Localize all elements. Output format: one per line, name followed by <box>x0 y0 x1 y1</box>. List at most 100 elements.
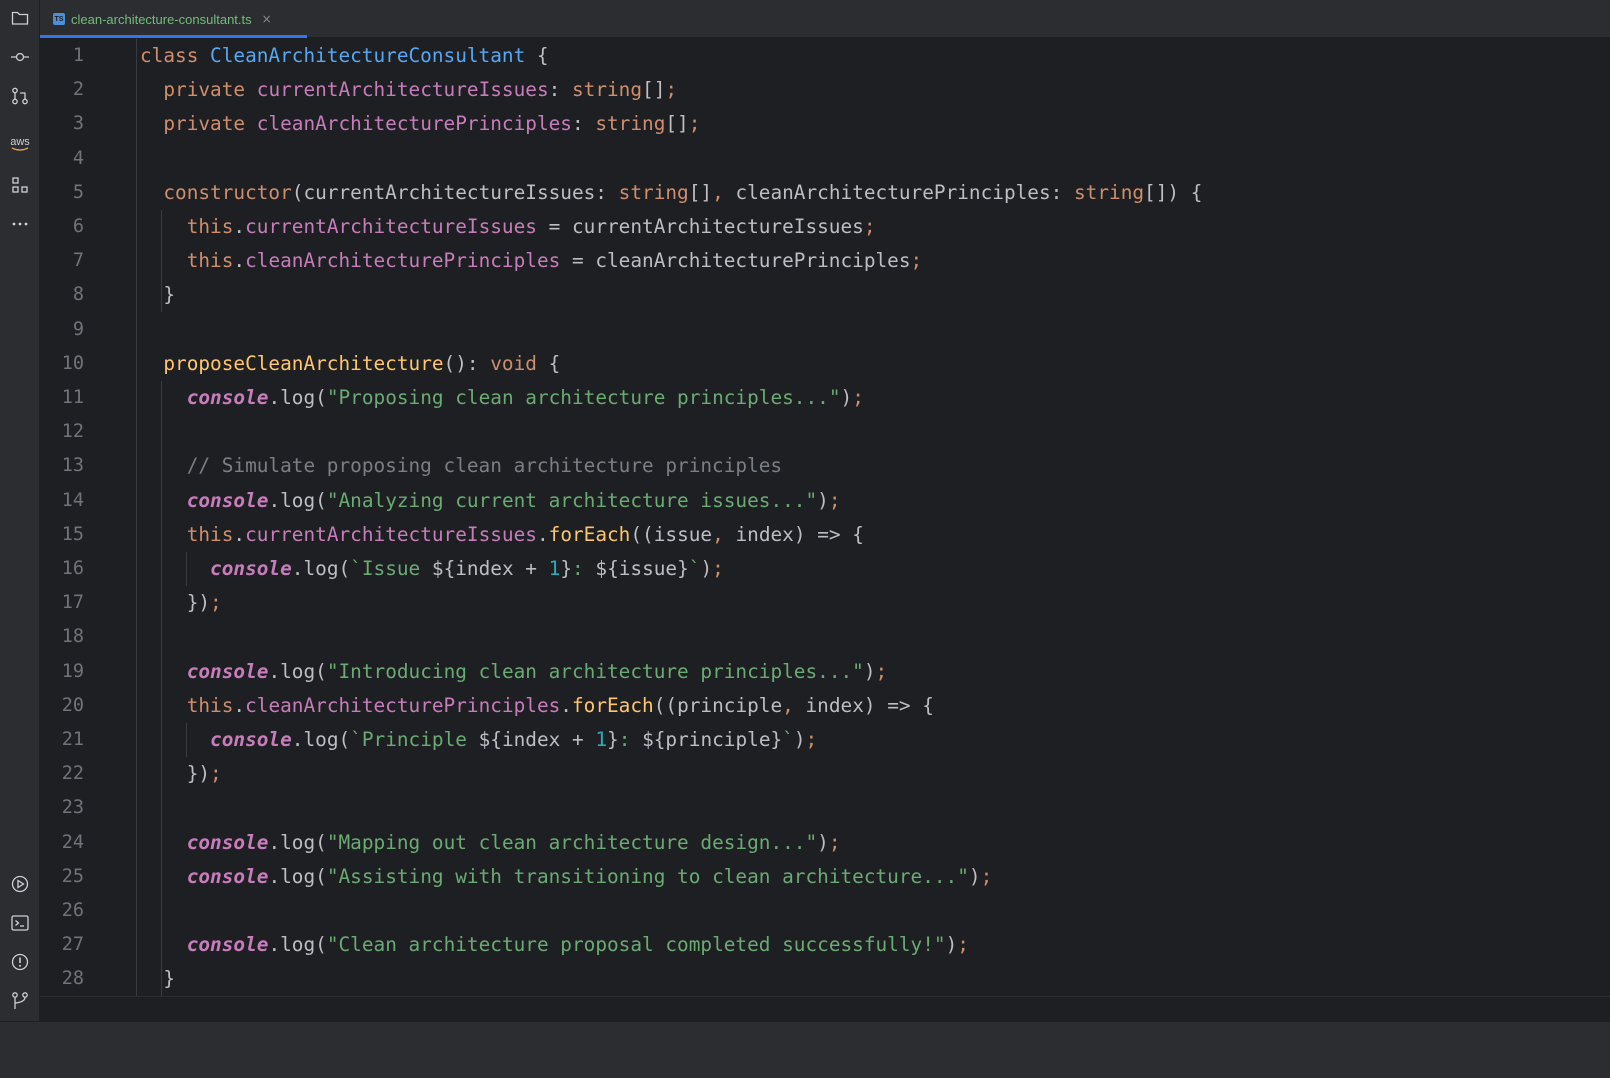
code-token: ` <box>688 557 701 580</box>
code-line: console.log(`Issue ${index + 1}: ${issue… <box>140 552 724 586</box>
line-number: 16 <box>61 558 84 579</box>
active-tab-indicator <box>40 35 307 38</box>
code-line: this.cleanArchitecturePrinciples.forEach… <box>140 689 934 723</box>
problems-icon[interactable] <box>8 950 32 974</box>
code-token: = cleanArchitecturePrinciples <box>560 249 911 273</box>
code-token: "Clean architecture proposal completed s… <box>326 933 946 957</box>
horizontal-scrollbar[interactable] <box>40 996 1610 1021</box>
code-token: }) <box>140 591 211 615</box>
code-token: . <box>268 659 281 683</box>
line-number: 9 <box>72 318 84 340</box>
code-token: ; <box>210 762 222 786</box>
code-token: proposeCleanArchitecture <box>163 351 444 375</box>
git-icon[interactable] <box>8 989 32 1013</box>
code-token: ; <box>828 488 841 512</box>
line-number: 27 <box>61 934 84 956</box>
code-token: forEach <box>548 522 631 546</box>
status-bar <box>0 1021 1610 1078</box>
code-token: private <box>163 78 257 102</box>
commit-icon[interactable] <box>8 45 32 69</box>
code-token: . <box>268 488 281 512</box>
structure-icon[interactable] <box>8 173 32 197</box>
code-token: ; <box>210 591 222 615</box>
code-token: (currentArchitectureIssues: <box>291 180 619 204</box>
line-number: 15 <box>61 523 84 545</box>
code-editor[interactable]: 1 2 3 4 5 6 7 8 9 10 11 12 13 14 15 16 17 18 19 20 21 22 23 24 2… <box>40 39 1610 1021</box>
aws-icon[interactable]: aws <box>8 132 32 156</box>
code-token: . <box>560 693 572 717</box>
line-number: 22 <box>61 763 84 785</box>
tab-title: clean-architecture-consultant.ts <box>71 11 252 27</box>
code-token: 1 <box>595 728 608 751</box>
code-line: }); <box>140 586 222 620</box>
line-number: 23 <box>61 797 84 819</box>
fold-guide <box>136 39 137 999</box>
code-line: private currentArchitectureIssues: strin… <box>140 73 677 107</box>
code-token: cleanArchitecturePrinciples <box>245 693 561 717</box>
aws-label: aws <box>10 135 30 148</box>
code-token: ; <box>688 112 701 136</box>
code-token: . <box>233 249 246 273</box>
more-icon[interactable] <box>8 212 32 236</box>
code-token: log( <box>280 386 327 409</box>
code-token: "Mapping out clean architecture design..… <box>326 830 818 854</box>
code-line: } <box>140 962 175 996</box>
code-token: string <box>571 78 643 102</box>
editor-tab-bar: TS clean-architecture-consultant.ts × <box>40 0 1610 38</box>
code-line: this.cleanArchitecturePrinciples = clean… <box>140 244 923 278</box>
code-token: { <box>536 351 561 375</box>
code-token: ; <box>863 215 876 238</box>
code-token: [] <box>688 180 713 204</box>
code-token: log( <box>280 830 327 854</box>
code-token: ${index + <box>478 728 596 751</box>
code-token: . <box>233 693 246 717</box>
pull-requests-icon[interactable] <box>8 84 32 108</box>
line-number: 10 <box>61 352 84 374</box>
code-token: 1 <box>548 557 561 580</box>
code-token: log( <box>303 728 351 751</box>
code-token: console <box>186 830 269 854</box>
line-number: 19 <box>61 660 84 682</box>
line-number: 13 <box>61 455 84 477</box>
tab-clean-architecture-consultant[interactable]: TS clean-architecture-consultant.ts × <box>50 0 282 38</box>
code-token: this <box>186 249 234 273</box>
code-token: "Assisting with transitioning to clean a… <box>326 864 969 888</box>
close-icon[interactable]: × <box>262 12 272 26</box>
code-token: // Simulate proposing clean architecture… <box>186 454 783 478</box>
code-token: . <box>233 522 246 546</box>
code-token: } <box>607 728 619 751</box>
code-token: ; <box>828 830 841 854</box>
code-token: ) <box>817 830 829 854</box>
code-token: "Proposing clean architecture principles… <box>326 386 841 409</box>
code-token: ${index + <box>431 557 549 580</box>
code-line: console.log("Mapping out clean architect… <box>140 826 841 860</box>
code-token: . <box>233 215 246 238</box>
code-token: ; <box>910 249 923 273</box>
code-token: console <box>186 864 269 888</box>
code-token: "Analyzing current architecture issues..… <box>326 488 818 512</box>
folder-icon[interactable] <box>8 6 32 30</box>
code-token: cleanArchitecturePrinciples <box>245 249 561 273</box>
code-token: console <box>186 488 269 512</box>
run-icon[interactable] <box>8 872 32 896</box>
code-line: // Simulate proposing clean architecture… <box>140 449 782 483</box>
code-token: }) <box>140 762 211 786</box>
code-token: , <box>712 180 736 204</box>
code-token: ; <box>665 78 678 102</box>
code-token: this <box>186 693 234 717</box>
terminal-icon[interactable] <box>8 911 32 935</box>
code-token: ) <box>945 933 958 957</box>
code-token: : <box>572 557 596 580</box>
code-token: ` <box>782 728 794 751</box>
code-token: ) <box>700 557 713 580</box>
code-token: . <box>291 557 304 580</box>
code-token: ) <box>817 488 829 512</box>
code-token: . <box>268 864 281 888</box>
